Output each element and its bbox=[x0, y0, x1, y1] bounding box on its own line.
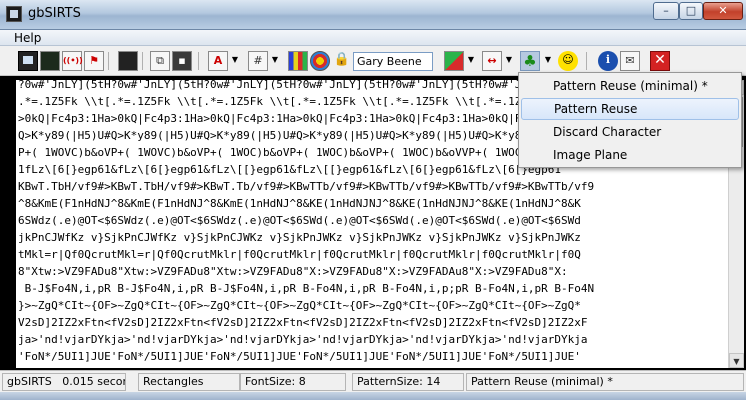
broadcast-icon[interactable]: ((•)) bbox=[62, 51, 83, 71]
monitor-icon[interactable] bbox=[118, 51, 138, 71]
title-bar: gbSIRTS – □ ✕ bbox=[0, 0, 746, 30]
menu-bar: Help bbox=[0, 30, 746, 46]
font-dropdown-arrow-icon[interactable]: ▼ bbox=[230, 51, 240, 71]
text-line: 8"Xtw:>VZ9FADu8"Xtw:>VZ9FADu8"Xtw:>VZ9FA… bbox=[18, 265, 568, 278]
window-title: gbSIRTS bbox=[28, 6, 81, 21]
status-mode: Pattern Reuse (minimal) * bbox=[466, 373, 744, 391]
text-line: P+( 1WOVC)b&oVP+( 1WOVC)b&oVP+( 1WOC)b&o… bbox=[18, 146, 575, 159]
text-line: ^8&KmE(F1nHdNJ^8&KmE(F1nHdNJ^8&KmE(1nHdN… bbox=[18, 197, 581, 210]
screen-capture-icon[interactable] bbox=[18, 51, 38, 71]
menu-help[interactable]: Help bbox=[14, 31, 41, 45]
hash-icon[interactable]: # bbox=[248, 51, 268, 71]
text-line: 1fLz\[6[}egp61&fLz\[6[}egp61&fLz\[[}egp6… bbox=[18, 163, 562, 176]
status-shape: Rectangles bbox=[138, 373, 240, 391]
text-line: jkPnCJWfKz v}SjkPnCJWfKz v}SjkPnCJWKz v}… bbox=[18, 231, 581, 244]
status-elapsed-time: 0.015 secon bbox=[62, 375, 126, 388]
scroll-down-icon[interactable]: ▼ bbox=[729, 353, 744, 368]
text-line: ja>'nd!vjarDYkja>'nd!vjarDYkja>'nd!vjarD… bbox=[18, 333, 588, 346]
text-line: Q>K*y89(|H5)U#Q>K*y89(|H5)U#Q>K*y89(|H5)… bbox=[18, 129, 581, 142]
status-app-name: gbSIRTS bbox=[7, 375, 52, 388]
stereogram-mode-menu: Pattern Reuse (minimal) * Pattern Reuse Di… bbox=[518, 72, 742, 168]
text-line: V2sD]2IZ2xFtn<fV2sD]2IZ2xFtn<fV2sD]2IZ2x… bbox=[18, 316, 588, 329]
text-line: >0kQ|Fc4p3:1Ha>0kQ|Fc4p3:1Ha>0kQ|Fc4p3:1… bbox=[18, 112, 575, 125]
author-name-input[interactable] bbox=[353, 52, 433, 71]
text-line: 71:*jD1b?&L2+071:*jD1b?&L2+071:*jD1b?&L2… bbox=[18, 365, 581, 368]
status-app-time: gbSIRTS 0.015 secon bbox=[2, 373, 126, 391]
toolbar-separator bbox=[586, 52, 587, 70]
info-icon[interactable]: i bbox=[598, 51, 618, 71]
shapes-icon[interactable] bbox=[444, 51, 464, 71]
shapes-dropdown-arrow-icon[interactable]: ▼ bbox=[466, 51, 476, 71]
status-pattern-size: PatternSize: 14 bbox=[352, 373, 464, 391]
text-line: .*=.1Z5Fk \\t[.*=.1Z5Fk \\t[.*=.1Z5Fk \\… bbox=[18, 95, 542, 108]
minimize-button[interactable]: – bbox=[653, 2, 679, 20]
toolbar-separator bbox=[108, 52, 109, 70]
app-icon bbox=[6, 6, 22, 22]
color-palette-icon[interactable] bbox=[288, 51, 308, 71]
save-icon[interactable]: ▪ bbox=[172, 51, 192, 71]
text-line: ?0w#'JnLY](5tH?0w#'JnLY](5tH?0w#'JnLY](5… bbox=[18, 80, 575, 91]
width-dropdown-arrow-icon[interactable]: ▼ bbox=[504, 51, 514, 71]
hash-dropdown-arrow-icon[interactable]: ▼ bbox=[270, 51, 280, 71]
red-flag-icon[interactable]: ⚑ bbox=[84, 51, 104, 71]
menu-item-image-plane[interactable]: Image Plane bbox=[521, 144, 739, 166]
toolbar-separator bbox=[142, 52, 143, 70]
menu-item-discard-character[interactable]: Discard Character bbox=[521, 121, 739, 143]
window-bottom-edge bbox=[0, 392, 746, 400]
image-icon[interactable] bbox=[40, 51, 60, 71]
font-color-icon[interactable]: A bbox=[208, 51, 228, 71]
menu-item-pattern-reuse-minimal[interactable]: Pattern Reuse (minimal) * bbox=[521, 75, 739, 97]
exit-icon[interactable]: ✕ bbox=[650, 51, 670, 71]
toolbar-separator bbox=[198, 52, 199, 70]
tree-icon[interactable]: ♣ bbox=[520, 51, 540, 71]
copy-icon[interactable]: ⧉ bbox=[150, 51, 170, 71]
text-line: tMkl=r|Qf0QcrutMkl=r|Qf0QcrutMklr|f0Qcru… bbox=[18, 248, 581, 261]
tree-dropdown-arrow-icon[interactable]: ▼ bbox=[543, 51, 553, 71]
color-wheel-icon[interactable] bbox=[310, 51, 330, 71]
text-line: KBwT.TbH/vf9#>KBwT.TbH/vf9#>KBwT.Tb/vf9#… bbox=[18, 180, 595, 193]
width-arrows-icon[interactable]: ↔ bbox=[482, 51, 502, 71]
lock-icon[interactable]: 🔒 bbox=[332, 51, 352, 71]
close-window-button[interactable]: ✕ bbox=[703, 2, 743, 20]
smiley-icon[interactable]: ☺ bbox=[558, 51, 578, 71]
text-line: }>~ZgQ*CIt~{OF>~ZgQ*CIt~{OF>~ZgQ*CIt~{OF… bbox=[18, 299, 581, 312]
text-line: B-J$Fo4N,i,pR B-J$Fo4N,i,pR B-J$Fo4N,i,p… bbox=[18, 282, 595, 295]
status-font-size: FontSize: 8 bbox=[240, 373, 346, 391]
mail-icon[interactable]: ✉ bbox=[620, 51, 640, 71]
text-line: 6SWdz(.e)@OT<$6SWdz(.e)@OT<$6SWdz(.e)@OT… bbox=[18, 214, 581, 227]
status-bar: gbSIRTS 0.015 secon Rectangles FontSize:… bbox=[0, 370, 746, 392]
text-line: 'FoN*/5UI1]JUE'FoN*/5UI1]JUE'FoN*/5UI1]J… bbox=[18, 350, 581, 363]
menu-item-pattern-reuse[interactable]: Pattern Reuse bbox=[521, 98, 739, 120]
maximize-button[interactable]: □ bbox=[679, 2, 703, 20]
